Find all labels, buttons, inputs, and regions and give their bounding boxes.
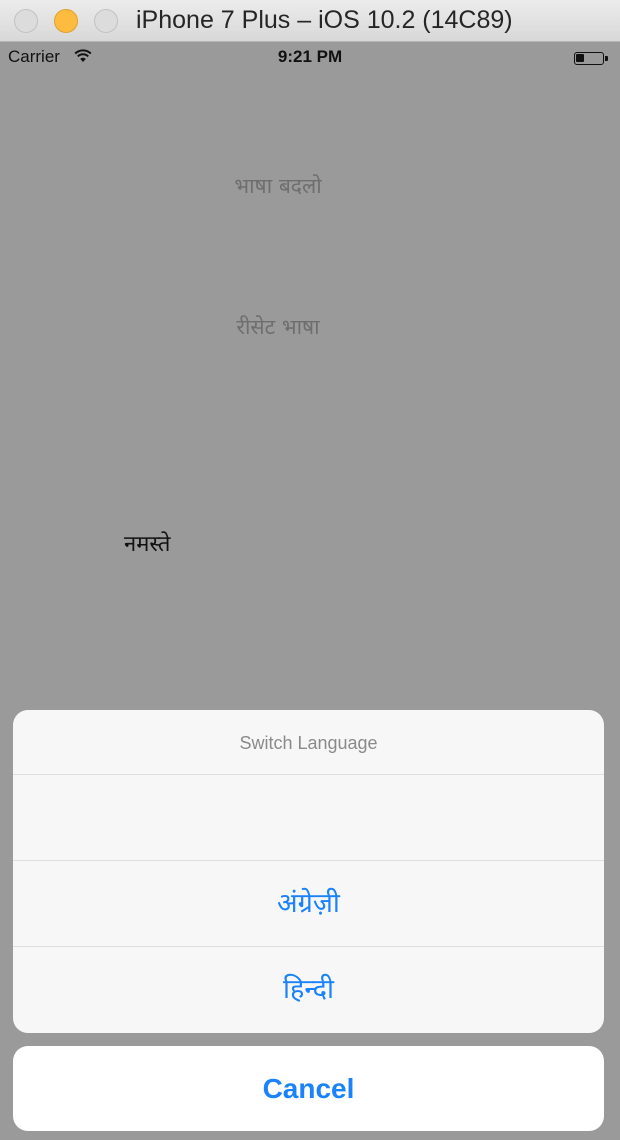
action-sheet-title: Switch Language <box>13 710 604 775</box>
close-window-button[interactable] <box>14 9 38 33</box>
status-bar: Carrier 9:21 PM <box>0 42 620 72</box>
battery-terminal <box>605 56 608 61</box>
window-title: iPhone 7 Plus – iOS 10.2 (14C89) <box>136 6 513 34</box>
zoom-window-button[interactable] <box>94 9 118 33</box>
language-option-empty[interactable] <box>13 775 604 861</box>
reset-language-button[interactable]: रीसेट भाषा <box>0 313 556 341</box>
greeting-label: नमस्ते <box>124 532 171 557</box>
battery-icon <box>574 52 608 65</box>
status-time: 9:21 PM <box>277 47 343 66</box>
action-sheet: Switch Language अंग्रेज़ी हिन्दी <box>13 710 604 1033</box>
simulator-window: iPhone 7 Plus – iOS 10.2 (14C89) Carrier… <box>0 0 620 1140</box>
battery-level-fill <box>576 54 584 62</box>
minimize-window-button[interactable] <box>54 9 78 33</box>
language-option-hindi[interactable]: हिन्दी <box>13 947 604 1033</box>
window-titlebar[interactable]: iPhone 7 Plus – iOS 10.2 (14C89) <box>0 0 620 42</box>
cancel-button[interactable]: Cancel <box>13 1046 604 1131</box>
language-option-english[interactable]: अंग्रेज़ी <box>13 861 604 947</box>
change-language-button[interactable]: भाषा बदलो <box>0 172 556 200</box>
